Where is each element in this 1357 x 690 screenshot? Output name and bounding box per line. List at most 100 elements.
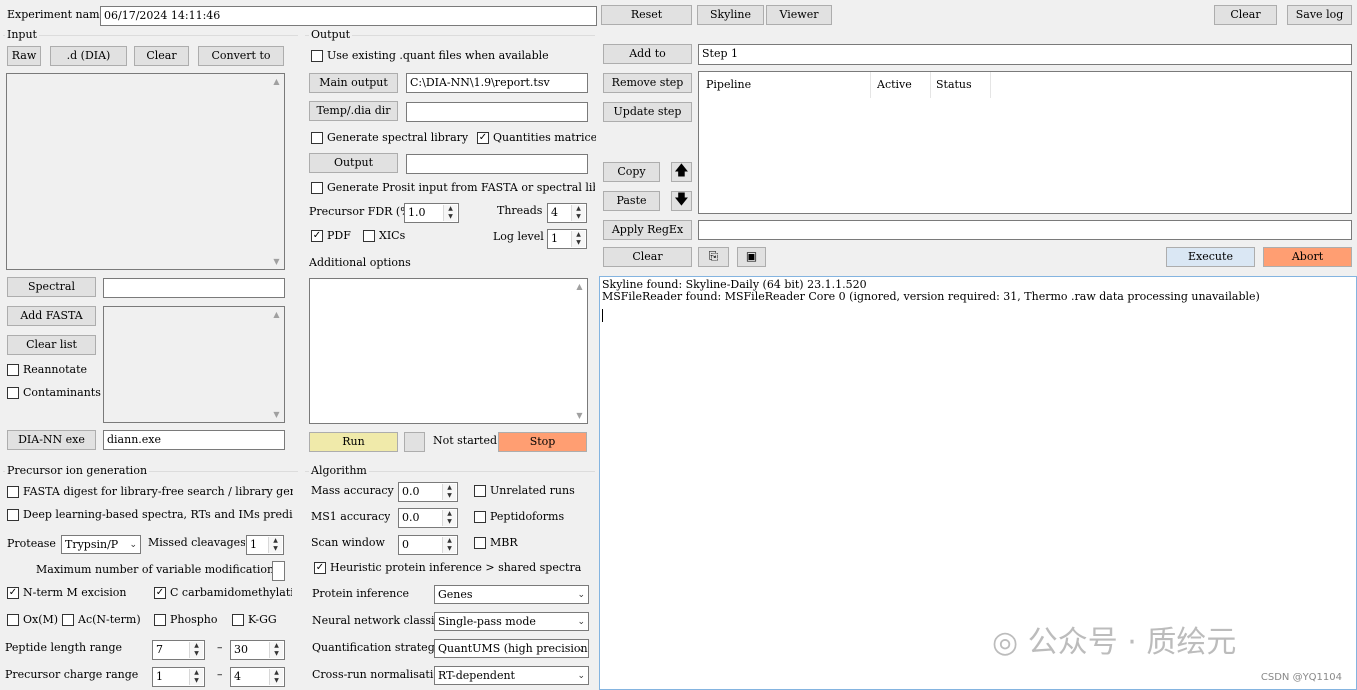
contaminants-checkbox[interactable] bbox=[7, 387, 19, 399]
execute-button[interactable]: Execute bbox=[1166, 247, 1255, 267]
active-column-header[interactable]: Active bbox=[871, 72, 931, 98]
deep-learning-checkbox[interactable] bbox=[7, 509, 19, 521]
additional-options-scrollbar[interactable]: ▲ ▼ bbox=[572, 279, 587, 423]
spectral-library-input[interactable] bbox=[103, 278, 285, 298]
scan-window-spinner[interactable]: ▲ ▼ bbox=[442, 537, 456, 553]
ox-m-checkbox[interactable] bbox=[7, 614, 19, 626]
heuristic-inference-checkbox[interactable] bbox=[314, 562, 326, 574]
viewer-button[interactable]: Viewer bbox=[766, 5, 832, 25]
quant-strategy-select[interactable]: QuantUMS (high precision) ⌄ bbox=[434, 639, 589, 658]
regex-input[interactable] bbox=[698, 220, 1352, 240]
pdf-checkbox[interactable] bbox=[311, 230, 323, 242]
d-dia-button[interactable]: .d (DIA) bbox=[50, 46, 127, 66]
threads-spinner[interactable]: ▲ ▼ bbox=[571, 205, 585, 221]
xics-checkbox[interactable] bbox=[363, 230, 375, 242]
scan-window-input[interactable]: 0 ▲ ▼ bbox=[398, 535, 458, 555]
convert-to-button[interactable]: Convert to bbox=[198, 46, 284, 66]
nterm-m-excision-checkbox[interactable] bbox=[7, 587, 19, 599]
add-to-pipeline-button[interactable]: Add to bbox=[603, 44, 692, 64]
precursor-fdr-input[interactable]: 1.0 ▲ ▼ bbox=[404, 203, 459, 223]
skyline-button[interactable]: Skyline bbox=[697, 5, 764, 25]
log-level-input[interactable]: 1 ▲ ▼ bbox=[547, 229, 587, 249]
reset-button[interactable]: Reset bbox=[601, 5, 692, 25]
clear-pipeline-button[interactable]: Clear bbox=[603, 247, 692, 267]
output-library-input[interactable] bbox=[406, 154, 588, 174]
temp-dia-dir-input[interactable] bbox=[406, 102, 588, 122]
pipeline-column-header[interactable]: Pipeline bbox=[699, 72, 871, 98]
charge-max-input[interactable]: 4 ▲ ▼ bbox=[230, 667, 285, 687]
log-level-spinner[interactable]: ▲ ▼ bbox=[571, 231, 585, 247]
apply-regex-button[interactable]: Apply RegEx bbox=[603, 220, 692, 240]
output-library-button[interactable]: Output bbox=[309, 153, 398, 173]
clear-log-button[interactable]: Clear bbox=[1214, 5, 1277, 25]
use-existing-quant-checkbox[interactable] bbox=[311, 50, 323, 62]
charge-max-spinner[interactable]: ▲ ▼ bbox=[269, 669, 283, 685]
step-name-input[interactable]: Step 1 bbox=[698, 44, 1352, 65]
scroll-down-icon[interactable]: ▼ bbox=[272, 257, 281, 266]
diann-exe-input[interactable]: diann.exe bbox=[103, 430, 285, 450]
main-output-button[interactable]: Main output bbox=[309, 73, 398, 93]
pipeline-table[interactable]: Pipeline Active Status bbox=[698, 71, 1352, 214]
save-log-button[interactable]: Save log bbox=[1287, 5, 1352, 25]
open-pipeline-icon[interactable]: ⎘ bbox=[698, 247, 729, 267]
copy-step-button[interactable]: Copy bbox=[603, 162, 660, 182]
peptidoforms-checkbox[interactable] bbox=[474, 511, 486, 523]
status-column-header[interactable]: Status bbox=[931, 72, 991, 98]
scroll-up-icon[interactable]: ▲ bbox=[575, 282, 584, 291]
charge-min-input[interactable]: 1 ▲ ▼ bbox=[152, 667, 205, 687]
generate-prosit-checkbox[interactable] bbox=[311, 182, 323, 194]
missed-cleavages-spinner[interactable]: ▲ ▼ bbox=[268, 537, 282, 553]
peptide-length-min-spinner[interactable]: ▲ ▼ bbox=[189, 642, 203, 658]
unrelated-runs-checkbox[interactable] bbox=[474, 485, 486, 497]
abort-button[interactable]: Abort bbox=[1263, 247, 1352, 267]
clear-input-button[interactable]: Clear bbox=[134, 46, 189, 66]
fasta-files-scrollbar[interactable]: ▲ ▼ bbox=[269, 307, 284, 422]
paste-step-button[interactable]: Paste bbox=[603, 191, 660, 211]
add-fasta-button[interactable]: Add FASTA bbox=[7, 306, 96, 326]
scroll-up-icon[interactable]: ▲ bbox=[272, 310, 281, 319]
raw-files-scrollbar[interactable]: ▲ ▼ bbox=[269, 74, 284, 269]
temp-dia-dir-button[interactable]: Temp/.dia dir bbox=[309, 101, 398, 121]
fasta-digest-checkbox[interactable] bbox=[7, 486, 19, 498]
neural-network-select[interactable]: Single-pass mode ⌄ bbox=[434, 612, 589, 631]
crossrun-normalisation-select[interactable]: RT-dependent ⌄ bbox=[434, 666, 589, 685]
log-textarea[interactable]: Skyline found: Skyline-Daily (64 bit) 23… bbox=[599, 276, 1357, 690]
ac-nterm-checkbox[interactable] bbox=[62, 614, 74, 626]
ms1-accuracy-input[interactable]: 0.0 ▲ ▼ bbox=[398, 508, 458, 528]
mass-accuracy-spinner[interactable]: ▲ ▼ bbox=[442, 484, 456, 500]
generate-spectral-library-checkbox[interactable] bbox=[311, 132, 323, 144]
stop-button[interactable]: Stop bbox=[498, 432, 587, 452]
fasta-files-list[interactable]: ▲ ▼ bbox=[103, 306, 285, 423]
reannotate-checkbox[interactable] bbox=[7, 364, 19, 376]
missed-cleavages-input[interactable]: 1 ▲ ▼ bbox=[246, 535, 284, 555]
scroll-up-icon[interactable]: ▲ bbox=[272, 77, 281, 86]
spectral-library-button[interactable]: Spectral bbox=[7, 277, 96, 297]
raw-button[interactable]: Raw bbox=[7, 46, 41, 66]
raw-files-list[interactable]: ▲ ▼ bbox=[6, 73, 285, 270]
precursor-fdr-spinner[interactable]: ▲ ▼ bbox=[443, 205, 457, 221]
mass-accuracy-input[interactable]: 0.0 ▲ ▼ bbox=[398, 482, 458, 502]
k-gg-checkbox[interactable] bbox=[232, 614, 244, 626]
clear-list-button[interactable]: Clear list bbox=[7, 335, 96, 355]
scroll-down-icon[interactable]: ▼ bbox=[575, 411, 584, 420]
max-var-mods-input[interactable] bbox=[272, 561, 285, 581]
peptide-length-min-input[interactable]: 7 ▲ ▼ bbox=[152, 640, 205, 660]
experiment-name-input[interactable]: 06/17/2024 14:11:46 bbox=[100, 6, 597, 26]
charge-min-spinner[interactable]: ▲ ▼ bbox=[189, 669, 203, 685]
c-carbamidomethylation-checkbox[interactable] bbox=[154, 587, 166, 599]
mbr-checkbox[interactable] bbox=[474, 537, 486, 549]
move-down-icon[interactable]: 🡇 bbox=[671, 191, 692, 211]
protein-inference-select[interactable]: Genes ⌄ bbox=[434, 585, 589, 604]
protease-select[interactable]: Trypsin/P ⌄ bbox=[61, 535, 141, 554]
save-pipeline-icon[interactable]: ▣ bbox=[737, 247, 766, 267]
additional-options-textarea[interactable]: ▲ ▼ bbox=[309, 278, 588, 424]
main-output-input[interactable]: C:\DIA-NN\1.9\report.tsv bbox=[406, 73, 588, 93]
peptide-length-max-input[interactable]: 30 ▲ ▼ bbox=[230, 640, 285, 660]
run-button[interactable]: Run bbox=[309, 432, 398, 452]
move-up-icon[interactable]: 🡅 bbox=[671, 162, 692, 182]
diann-exe-button[interactable]: DIA-NN exe bbox=[7, 430, 96, 450]
remove-step-button[interactable]: Remove step bbox=[603, 73, 692, 93]
phospho-checkbox[interactable] bbox=[154, 614, 166, 626]
scroll-down-icon[interactable]: ▼ bbox=[272, 410, 281, 419]
update-step-button[interactable]: Update step bbox=[603, 102, 692, 122]
